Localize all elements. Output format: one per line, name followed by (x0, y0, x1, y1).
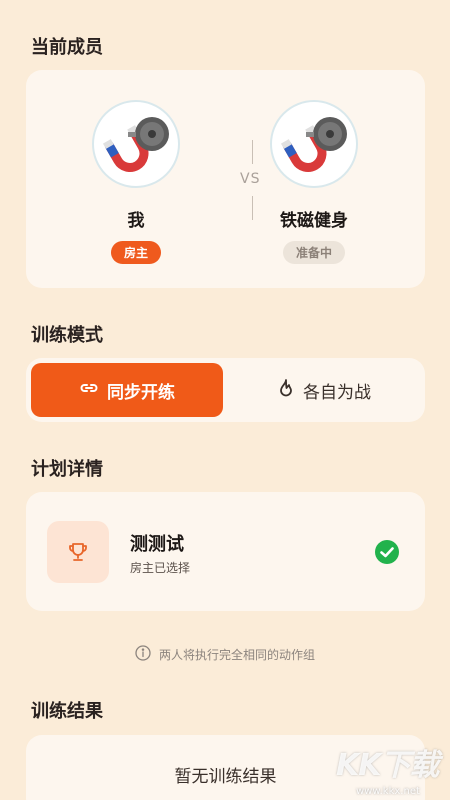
plan-hint-text: 两人将执行完全相同的动作组 (158, 648, 315, 662)
plan-selected-by: 房主已选择 (130, 561, 191, 575)
vs-divider-bottom (252, 196, 253, 220)
mode-section-title: 训练模式 (31, 325, 103, 346)
member-name-partner: 铁磁健身 (280, 211, 348, 231)
watermark-logo: KK下载 (336, 748, 439, 783)
mode-selector: 同步开练 各自为战 (26, 358, 425, 422)
trophy-icon (47, 521, 109, 583)
watermark-url: www.kkx.net (356, 786, 420, 797)
plan-section-title: 计划详情 (31, 459, 103, 480)
flame-icon (277, 378, 295, 403)
info-icon (135, 645, 151, 664)
ready-status-badge: 准备中 (282, 241, 345, 264)
solo-mode-label: 各自为战 (303, 382, 371, 403)
link-icon (79, 378, 99, 403)
plan-card[interactable]: 测测试 房主已选择 (26, 492, 425, 611)
magnet-dumbbell-icon (92, 100, 180, 188)
host-badge: 房主 (110, 241, 161, 264)
plan-hint: 两人将执行完全相同的动作组 (0, 645, 450, 664)
sync-mode-button[interactable]: 同步开练 (31, 363, 223, 417)
sync-mode-label: 同步开练 (107, 382, 175, 403)
member-partner[interactable]: 铁磁健身 准备中 (254, 100, 374, 264)
member-self[interactable]: 我 房主 (76, 100, 196, 264)
plan-name: 测测试 (130, 534, 184, 555)
vs-divider-top (252, 140, 253, 164)
member-name-self: 我 (127, 211, 145, 231)
members-section-title: 当前成员 (31, 37, 103, 58)
result-section-title: 训练结果 (31, 701, 103, 722)
solo-mode-button[interactable]: 各自为战 (228, 363, 420, 417)
magnet-dumbbell-icon (270, 100, 358, 188)
check-circle-icon (375, 540, 399, 568)
members-card: 我 房主 VS 铁磁健身 准备中 (26, 70, 425, 288)
